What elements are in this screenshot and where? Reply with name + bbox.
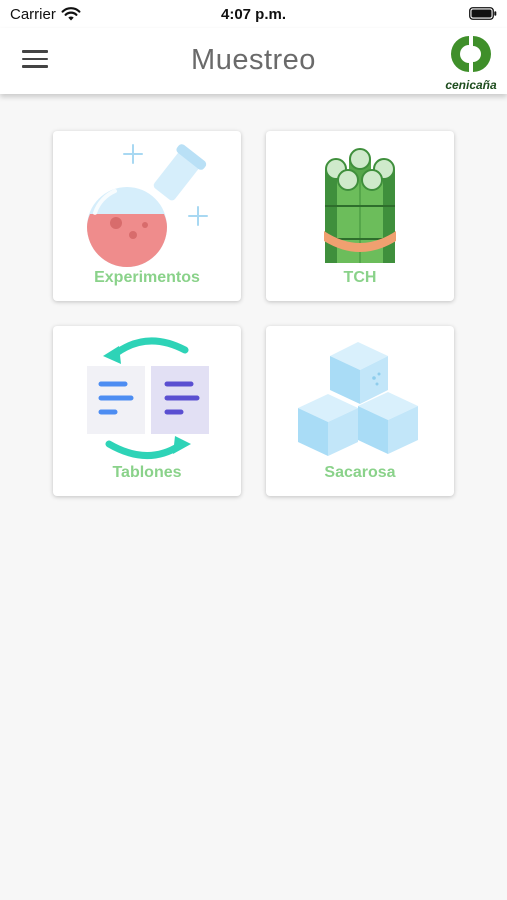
sync-documents-icon [87,337,209,459]
logo-text: cenicaña [445,78,497,92]
card-sacarosa[interactable]: Sacarosa [266,326,454,496]
battery-icon [469,7,497,20]
status-bar: Carrier 4:07 p.m. [0,0,507,28]
card-label: Experimentos [94,269,200,286]
card-label: Tablones [112,464,182,481]
sugar-cubes-icon [298,342,418,456]
card-label: Sacarosa [324,464,396,481]
status-time: 4:07 p.m. [220,6,287,23]
sugarcane-icon [324,148,396,263]
flask-icon [87,144,208,267]
card-tablones[interactable]: Tablones [53,326,241,496]
card-label: TCH [343,269,377,286]
logo-mark-icon [450,36,491,72]
page-title: Muestreo [191,44,316,76]
card-tch[interactable]: TCH [266,131,454,301]
card-experimentos[interactable]: Experimentos [53,131,241,301]
cenicana-logo: cenicaña [441,30,501,92]
app-bar: Muestreo cenicaña [0,28,507,94]
